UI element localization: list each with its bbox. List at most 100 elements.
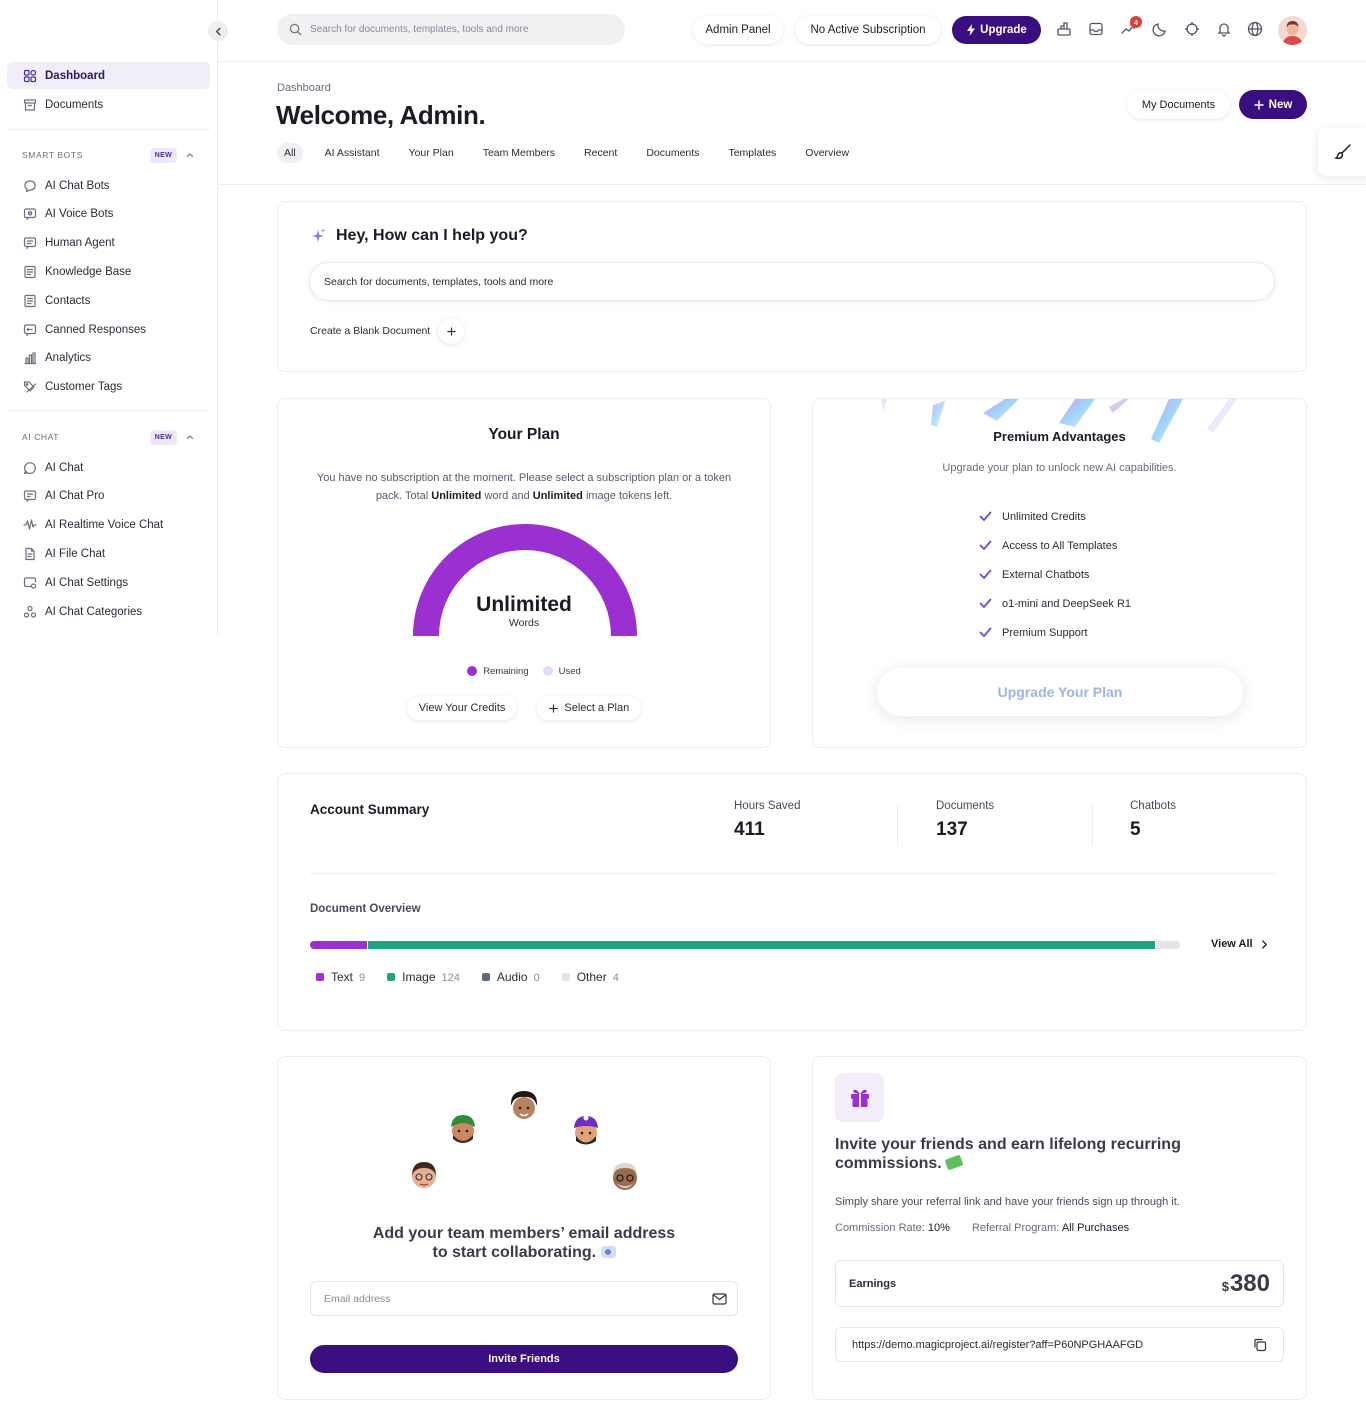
assistant-search-bar[interactable]	[309, 262, 1275, 301]
view-all-link[interactable]: View All	[1211, 938, 1268, 950]
tags-icon	[23, 380, 37, 394]
breadcrumb[interactable]: Dashboard	[277, 82, 331, 94]
sidebar-item-label: AI Realtime Voice Chat	[45, 519, 164, 532]
document-distribution-bar	[310, 941, 1180, 949]
document-overview-title: Document Overview	[310, 903, 421, 915]
ai-assistant-card: Hey, How can I help you? Create a Blank …	[277, 201, 1307, 372]
check-icon	[979, 627, 992, 637]
dark-mode-icon[interactable]	[1151, 20, 1169, 38]
sidebar-item-ai-file-chat[interactable]: AI File Chat	[7, 540, 210, 567]
upgrade-button[interactable]: Upgrade	[952, 16, 1041, 44]
select-plan-button[interactable]: Select a Plan	[537, 696, 642, 720]
collapse-sidebar-button[interactable]	[208, 21, 228, 41]
sidebar-item-human-agent[interactable]: Human Agent	[7, 230, 210, 257]
crosshair-icon[interactable]	[1183, 20, 1201, 38]
tab-all[interactable]: All	[277, 143, 303, 163]
sidebar-item-label: AI Chat Bots	[45, 179, 110, 192]
premium-advantages-card: Premium Advantages Upgrade your plan to …	[812, 398, 1307, 748]
check-icon	[979, 598, 992, 608]
legend-remaining: Remaining	[467, 666, 529, 677]
voice-chat-icon	[23, 207, 37, 221]
bell-icon[interactable]	[1215, 20, 1233, 38]
sidebar-item-knowledge-base[interactable]: Knowledge Base	[7, 258, 210, 285]
customizer-toggle[interactable]	[1318, 128, 1366, 176]
chat-settings-icon	[23, 576, 37, 590]
plan-title: Your Plan	[488, 426, 560, 443]
email-input[interactable]	[324, 1292, 684, 1305]
sidebar-item-customer-tags[interactable]: Customer Tags	[7, 374, 210, 401]
create-blank-document[interactable]: Create a Blank Document	[310, 318, 465, 344]
sidebar-item-ai-chat-settings[interactable]: AI Chat Settings	[7, 569, 210, 596]
sidebar-item-contacts[interactable]: Contacts	[7, 287, 210, 314]
affiliate-icon[interactable]	[1055, 20, 1073, 38]
sidebar-item-label: AI Voice Bots	[45, 208, 114, 221]
globe-icon[interactable]	[1246, 20, 1264, 38]
sidebar-item-label: Dashboard	[45, 69, 106, 82]
tab-templates[interactable]: Templates	[721, 143, 783, 163]
search-icon	[289, 23, 302, 36]
sidebar-item-ai-chat-pro[interactable]: AI Chat Pro	[7, 483, 210, 510]
admin-panel-button[interactable]: Admin Panel	[693, 16, 783, 44]
top-search-input[interactable]	[310, 24, 610, 35]
my-documents-button[interactable]: My Documents	[1127, 90, 1230, 119]
referral-link-field[interactable]: https://demo.magicproject.ai/register?af…	[835, 1327, 1284, 1362]
premium-features-list: Unlimited Credits Access to All Templates…	[979, 502, 1131, 647]
assistant-title: Hey, How can I help you?	[336, 227, 528, 244]
earnings-value: $380	[1221, 1269, 1270, 1297]
sidebar-section-ai-chat[interactable]: AI CHAT NEW	[22, 428, 194, 446]
sidebar-item-documents[interactable]: Documents	[7, 91, 210, 118]
blank-document-label: Create a Blank Document	[310, 325, 431, 337]
sidebar-item-ai-realtime-voice-chat[interactable]: AI Realtime Voice Chat	[7, 512, 210, 539]
plus-icon	[1253, 99, 1264, 110]
tab-recent[interactable]: Recent	[577, 143, 624, 163]
user-avatar[interactable]	[1278, 16, 1307, 45]
sidebar-item-dashboard[interactable]: Dashboard	[7, 62, 210, 89]
new-button[interactable]: New	[1239, 90, 1307, 119]
sidebar-item-canned-responses[interactable]: Canned Responses	[7, 316, 210, 343]
sidebar-item-label: Analytics	[45, 352, 92, 365]
waveform-icon	[23, 518, 37, 532]
premium-feature-item: External Chatbots	[979, 560, 1131, 589]
premium-feature-label: Access to All Templates	[1002, 539, 1118, 552]
tab-your-plan[interactable]: Your Plan	[402, 143, 461, 163]
assistant-search-input[interactable]	[324, 275, 1244, 288]
copy-icon[interactable]	[1253, 1338, 1267, 1352]
referral-description: Simply share your referral link and have…	[835, 1196, 1180, 1208]
assistant-heading: Hey, How can I help you?	[309, 227, 528, 245]
archive-icon	[23, 98, 37, 112]
chevron-up-icon[interactable]	[186, 151, 194, 159]
file-chat-icon	[23, 547, 37, 561]
sidebar-item-ai-chat-categories[interactable]: AI Chat Categories	[7, 598, 210, 625]
inbox-icon[interactable]	[1087, 20, 1105, 38]
email-field[interactable]	[310, 1281, 738, 1316]
legend-other: Other 4	[561, 970, 619, 984]
plus-icon[interactable]	[438, 318, 465, 344]
team-avatar-5	[613, 1163, 637, 1190]
premium-feature-label: Unlimited Credits	[1002, 510, 1086, 523]
check-icon	[979, 569, 992, 579]
categories-icon	[23, 605, 37, 619]
legend-used: Used	[542, 666, 581, 677]
premium-feature-item: Access to All Templates	[979, 531, 1131, 560]
top-search-bar[interactable]	[277, 14, 625, 45]
sidebar-item-ai-chat[interactable]: AI Chat	[7, 454, 210, 481]
subscription-status-button[interactable]: No Active Subscription	[795, 16, 941, 44]
invite-friends-button[interactable]: Invite Friends	[310, 1345, 738, 1373]
tab-team-members[interactable]: Team Members	[476, 143, 562, 163]
tab-overview[interactable]: Overview	[798, 143, 856, 163]
chevron-up-icon[interactable]	[186, 433, 194, 441]
referral-link[interactable]: https://demo.magicproject.ai/register?af…	[852, 1339, 1143, 1351]
book-icon	[23, 265, 37, 279]
premium-feature-item: Premium Support	[979, 618, 1131, 647]
sidebar-item-ai-voice-bots[interactable]: AI Voice Bots	[7, 201, 210, 228]
stat-documents: Documents 137	[936, 800, 995, 840]
upgrade-your-plan-button[interactable]: Upgrade Your Plan	[877, 668, 1243, 716]
sidebar-section-smart-bots[interactable]: SMART BOTS NEW	[22, 146, 194, 164]
tab-documents[interactable]: Documents	[639, 143, 706, 163]
sidebar-item-analytics[interactable]: Analytics	[7, 345, 210, 372]
sidebar-item-ai-chat-bots[interactable]: AI Chat Bots	[7, 172, 210, 199]
upgrade-label: Upgrade	[980, 24, 1027, 36]
account-summary-title: Account Summary	[310, 802, 430, 817]
tab-ai-assistant[interactable]: AI Assistant	[318, 143, 387, 163]
view-credits-button[interactable]: View Your Credits	[406, 696, 518, 720]
